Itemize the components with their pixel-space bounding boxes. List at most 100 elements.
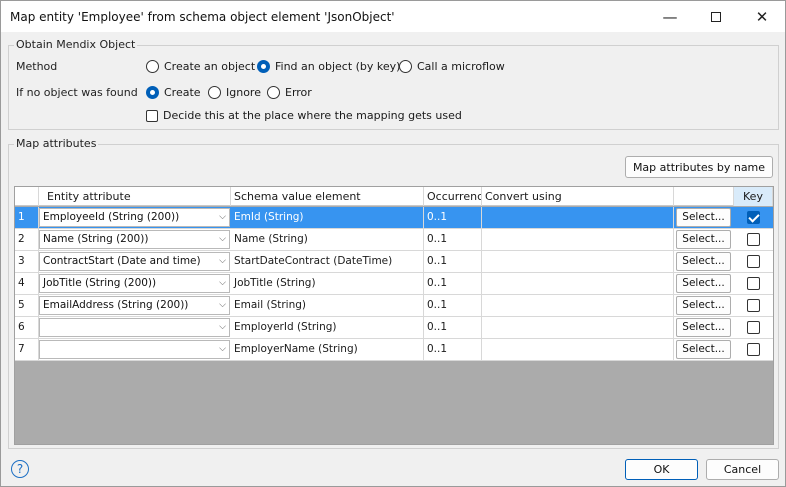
- convert-using-cell: [482, 273, 674, 294]
- occurrence-cell: 0..1: [424, 295, 482, 316]
- radio-circle: [146, 60, 159, 73]
- select-button[interactable]: Select...: [676, 318, 731, 337]
- decide-checkbox[interactable]: Decide this at the place where the mappi…: [146, 109, 462, 122]
- radio-label: Ignore: [226, 86, 261, 99]
- radio-circle: [208, 86, 221, 99]
- select-button[interactable]: Select...: [676, 230, 731, 249]
- chevron-down-icon: ⌵: [219, 234, 226, 244]
- header-schema-value[interactable]: Schema value element: [231, 187, 424, 206]
- radio-find-object[interactable]: Find an object (by key): [257, 60, 400, 73]
- occurrence-cell: 0..1: [424, 251, 482, 272]
- select-button[interactable]: Select...: [676, 208, 731, 227]
- radio-notfound-create[interactable]: Create: [146, 86, 201, 99]
- window-title: Map entity 'Employee' from schema object…: [10, 10, 395, 24]
- row-number: 4: [15, 273, 39, 294]
- table-row[interactable]: 3 ContractStart (Date and time) ⌵ StartDate…: [15, 251, 773, 273]
- maximize-button[interactable]: [693, 1, 739, 32]
- schema-value-cell: EmployerName (String): [231, 339, 424, 360]
- entity-attribute-dropdown[interactable]: ⌵: [39, 340, 230, 359]
- key-checkbox[interactable]: [747, 277, 760, 290]
- table-row[interactable]: 1 EmployeeId (String (200)) ⌵ EmId (String)…: [15, 207, 773, 229]
- entity-attribute-dropdown[interactable]: ⌵: [39, 318, 230, 337]
- row-number: 1: [15, 207, 39, 228]
- radio-circle-selected: [257, 60, 270, 73]
- obtain-group-label: Obtain Mendix Object: [14, 38, 138, 51]
- header-convert-using[interactable]: Convert using: [482, 187, 674, 206]
- table-row[interactable]: 6 ⌵ EmployerId (String) 0..1 Select...: [15, 317, 773, 339]
- occurrence-cell: 0..1: [424, 207, 482, 228]
- radio-circle: [399, 60, 412, 73]
- radio-call-microflow[interactable]: Call a microflow: [399, 60, 505, 73]
- schema-value-cell: JobTitle (String): [231, 273, 424, 294]
- row-number: 2: [15, 229, 39, 250]
- table-row[interactable]: 2 Name (String (200)) ⌵ Name (String) 0..1 Se…: [15, 229, 773, 251]
- entity-attribute-value: EmailAddress (String (200)): [43, 299, 189, 311]
- table-row[interactable]: 4 JobTitle (String (200)) ⌵ JobTitle (Strin…: [15, 273, 773, 295]
- row-number: 7: [15, 339, 39, 360]
- help-icon[interactable]: ?: [11, 460, 29, 478]
- key-checkbox[interactable]: [747, 233, 760, 246]
- radio-label: Call a microflow: [417, 60, 505, 73]
- notfound-label: If no object was found: [16, 86, 138, 99]
- close-button[interactable]: ✕: [739, 1, 785, 32]
- title-bar: Map entity 'Employee' from schema object…: [1, 1, 785, 32]
- entity-attribute-value: EmployeeId (String (200)): [43, 211, 180, 223]
- map-group-label: Map attributes: [14, 137, 99, 150]
- header-entity-attribute[interactable]: Entity attribute: [39, 187, 231, 206]
- key-checkbox[interactable]: [747, 321, 760, 334]
- radio-circle: [267, 86, 280, 99]
- entity-attribute-dropdown[interactable]: Name (String (200)) ⌵: [39, 230, 230, 249]
- schema-value-cell: Email (String): [231, 295, 424, 316]
- table-row[interactable]: 7 ⌵ EmployerName (String) 0..1 Select...: [15, 339, 773, 361]
- select-button[interactable]: Select...: [676, 252, 731, 271]
- ok-button[interactable]: OK: [625, 459, 698, 480]
- entity-attribute-dropdown[interactable]: EmailAddress (String (200)) ⌵: [39, 296, 230, 315]
- entity-attribute-dropdown[interactable]: JobTitle (String (200)) ⌵: [39, 274, 230, 293]
- radio-notfound-ignore[interactable]: Ignore: [208, 86, 261, 99]
- schema-value-cell: EmId (String): [231, 207, 424, 228]
- select-button[interactable]: Select...: [676, 296, 731, 315]
- chevron-down-icon: ⌵: [219, 300, 226, 310]
- radio-notfound-error[interactable]: Error: [267, 86, 312, 99]
- chevron-down-icon: ⌵: [219, 278, 226, 288]
- dialog-window: Map entity 'Employee' from schema object…: [0, 0, 786, 487]
- row-number: 5: [15, 295, 39, 316]
- select-button[interactable]: Select...: [676, 274, 731, 293]
- radio-circle-selected: [146, 86, 159, 99]
- occurrence-cell: 0..1: [424, 339, 482, 360]
- entity-attribute-value: JobTitle (String (200)): [43, 277, 157, 289]
- row-number: 3: [15, 251, 39, 272]
- maximize-icon: [711, 11, 721, 22]
- header-key[interactable]: Key: [734, 187, 773, 206]
- convert-using-cell: [482, 339, 674, 360]
- header-occurrence[interactable]: Occurrence: [424, 187, 482, 206]
- row-number: 6: [15, 317, 39, 338]
- convert-using-cell: [482, 207, 674, 228]
- schema-value-cell: Name (String): [231, 229, 424, 250]
- radio-create-object[interactable]: Create an object: [146, 60, 255, 73]
- grid-header: Entity attribute Schema value element Oc…: [15, 187, 773, 206]
- radio-label: Find an object (by key): [275, 60, 401, 73]
- key-checkbox[interactable]: [747, 211, 760, 224]
- chevron-down-icon: ⌵: [219, 256, 226, 266]
- convert-using-cell: [482, 251, 674, 272]
- chevron-down-icon: ⌵: [219, 344, 226, 354]
- key-checkbox[interactable]: [747, 343, 760, 356]
- header-select: [674, 187, 734, 206]
- key-checkbox[interactable]: [747, 299, 760, 312]
- convert-using-cell: [482, 317, 674, 338]
- map-by-name-button[interactable]: Map attributes by name: [625, 156, 773, 178]
- select-button[interactable]: Select...: [676, 340, 731, 359]
- cancel-button[interactable]: Cancel: [706, 459, 779, 480]
- occurrence-cell: 0..1: [424, 229, 482, 250]
- convert-using-cell: [482, 295, 674, 316]
- minimize-button[interactable]: —: [647, 1, 693, 32]
- key-checkbox[interactable]: [747, 255, 760, 268]
- entity-attribute-dropdown[interactable]: EmployeeId (String (200)) ⌵: [39, 208, 230, 227]
- schema-value-cell: StartDateContract (DateTime): [231, 251, 424, 272]
- occurrence-cell: 0..1: [424, 317, 482, 338]
- table-row[interactable]: 5 EmailAddress (String (200)) ⌵ Email (Stri…: [15, 295, 773, 317]
- entity-attribute-dropdown[interactable]: ContractStart (Date and time) ⌵: [39, 252, 230, 271]
- minimize-icon: —: [662, 7, 678, 26]
- radio-label: Error: [285, 86, 312, 99]
